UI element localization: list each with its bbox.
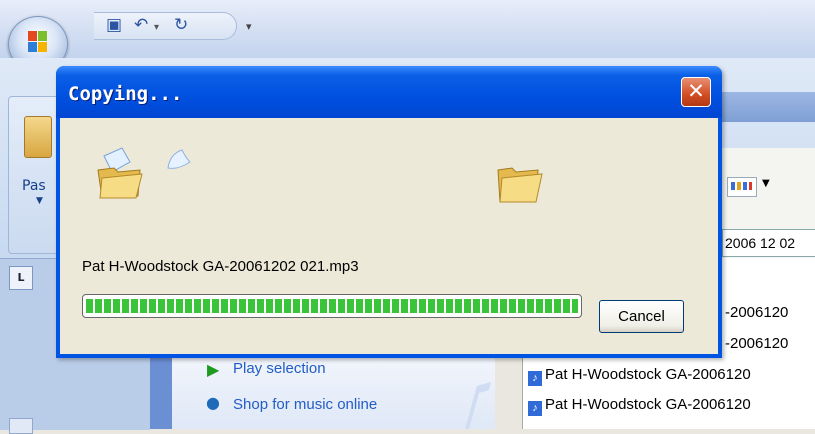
undo-icon[interactable]: ↶ (134, 16, 148, 34)
list-item[interactable]: -2006120 (725, 335, 788, 352)
list-item-label: Pat H-Woodstock GA-2006120 (545, 366, 751, 383)
panel-toggle-button[interactable]: L (9, 266, 33, 290)
date-field[interactable]: 2006 12 02 (722, 229, 815, 257)
view-dropdown-icon[interactable]: ▼ (762, 178, 770, 189)
task-shop-music[interactable]: Shop for music online (233, 396, 377, 413)
paper-icon (167, 149, 191, 169)
close-button[interactable]: ✕ (681, 77, 711, 107)
dialog-title: Copying... (68, 83, 183, 105)
music-note-watermark-icon (465, 382, 491, 429)
paste-dropdown-icon[interactable]: ▼ (36, 196, 43, 206)
task-play-selection[interactable]: Play selection (233, 360, 326, 377)
dialog-body: Pat H-Woodstock GA-20061202 021.mp3 Canc… (60, 118, 718, 354)
audio-file-icon: ♪ (528, 401, 542, 416)
close-icon: ✕ (687, 79, 705, 103)
globe-icon: ● (206, 393, 220, 412)
folder-icon (497, 167, 543, 203)
copying-dialog: Copying... ✕ Pat H-Woodstock GA-20061202… (56, 66, 722, 358)
list-item[interactable]: ♪ Pat H-Woodstock GA-2006120 (528, 366, 751, 386)
redo-icon[interactable]: ↻ (174, 16, 188, 34)
list-item[interactable]: -2006120 (725, 304, 788, 321)
list-item[interactable]: ♪ Pat H-Woodstock GA-2006120 (528, 396, 751, 416)
folder-open-icon (97, 147, 143, 199)
quick-access-toolbar: ▣ ↶ ▾ ↻ ▾ (94, 12, 252, 40)
music-tasks (172, 350, 495, 429)
audio-file-icon: ♪ (528, 371, 542, 386)
customize-toolbar-icon[interactable]: ▾ (246, 18, 252, 36)
pane-header (722, 92, 815, 122)
list-item-label: Pat H-Woodstock GA-2006120 (545, 396, 751, 413)
paste-label[interactable]: Pas (22, 178, 46, 194)
view-options-button[interactable] (727, 177, 757, 197)
cancel-button[interactable]: Cancel (599, 300, 684, 333)
paste-icon[interactable] (24, 116, 52, 158)
progress-fill (86, 299, 578, 313)
copy-progress-bar (82, 294, 582, 318)
office-logo-icon (28, 31, 47, 52)
undo-dropdown-icon[interactable]: ▾ (154, 19, 159, 37)
play-icon: ▶ (207, 360, 220, 379)
grid-view-icon (731, 182, 752, 190)
panel-button[interactable] (9, 418, 33, 434)
save-icon[interactable]: ▣ (106, 16, 122, 34)
current-file-name: Pat H-Woodstock GA-20061202 021.mp3 (82, 258, 359, 275)
dialog-titlebar[interactable]: Copying... ✕ (56, 66, 722, 118)
